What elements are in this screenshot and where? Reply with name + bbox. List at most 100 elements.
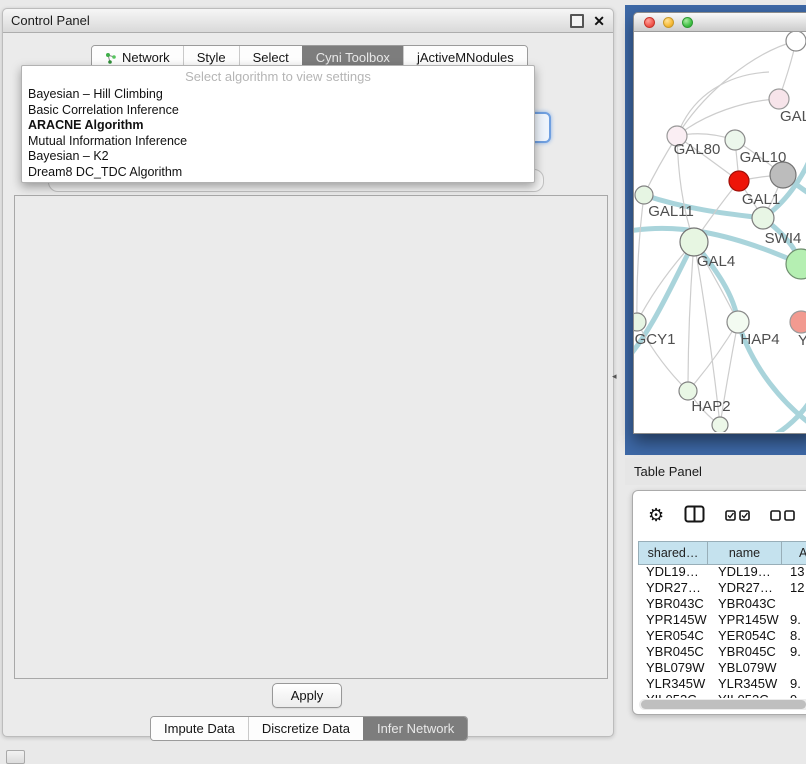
- apply-button-label: Apply: [291, 688, 324, 703]
- table-row[interactable]: YBR045CYBR045C9.: [638, 644, 806, 660]
- apply-button[interactable]: Apply: [272, 683, 342, 708]
- table-cell: YBL079W: [708, 660, 782, 676]
- column-header-shared-name-label: shared…: [648, 546, 699, 560]
- float-window-icon[interactable]: [570, 14, 584, 28]
- table-cell: YPR145W: [638, 612, 708, 628]
- table-cell: YBR043C: [638, 596, 708, 612]
- network-node-label: GAL11: [648, 203, 694, 220]
- table-row[interactable]: YDR27…YDR27…12: [638, 580, 806, 596]
- settings-gear-icon[interactable]: ⚙: [648, 506, 664, 524]
- table-header-row: shared… name A: [638, 541, 806, 565]
- algorithm-option[interactable]: Dream8 DC_TDC Algorithm: [22, 165, 534, 181]
- network-view-window: GALGAL80GAL10GAL1SWI4GAL11GAL4GCY1HAP4YH…: [633, 12, 806, 434]
- table-horizontal-scrollbar[interactable]: [639, 699, 806, 710]
- network-node-label: SWI4: [765, 230, 802, 247]
- tab-style-label: Style: [197, 50, 226, 65]
- network-node[interactable]: [770, 162, 796, 188]
- tab-infer-network[interactable]: Infer Network: [363, 717, 467, 740]
- algorithm-dropdown-popup: Select algorithm to view settings Bayesi…: [21, 65, 535, 183]
- table-cell: YDL19…: [638, 564, 708, 580]
- table-panel-window: ⚙ shared… name A: [632, 490, 806, 715]
- bottom-tabbar: Impute Data Discretize Data Infer Networ…: [150, 716, 468, 741]
- network-nodes[interactable]: GALGAL80GAL10GAL1SWI4GAL11GAL4GCY1HAP4YH…: [634, 32, 806, 432]
- network-node-label: GCY1: [635, 331, 676, 348]
- table-cell: YBR043C: [708, 596, 782, 612]
- algorithm-dropdown-list: Bayesian – Hill ClimbingBasic Correlatio…: [22, 87, 534, 180]
- column-header-partial-label: A: [799, 546, 806, 560]
- algorithm-option[interactable]: Bayesian – K2: [22, 149, 534, 165]
- network-node-hap4[interactable]: [727, 311, 749, 333]
- table-cell: YER054C: [638, 628, 708, 644]
- tab-cyni-toolbox-label: Cyni Toolbox: [316, 50, 390, 65]
- table-row[interactable]: YER054CYER054C8.: [638, 628, 806, 644]
- network-node[interactable]: [786, 249, 806, 279]
- table-row[interactable]: YIL052CYIL052C9.: [638, 692, 806, 698]
- control-panel-titlebar: Control Panel ✕: [3, 9, 613, 33]
- algorithm-option[interactable]: Bayesian – Hill Climbing: [22, 87, 534, 103]
- network-node-gal11[interactable]: [635, 186, 653, 204]
- table-cell: YDR27…: [708, 580, 782, 596]
- table-cell: YBR045C: [708, 644, 782, 660]
- table-row[interactable]: YDL19…YDL19…13: [638, 564, 806, 580]
- table-cell: [782, 660, 806, 676]
- network-node-label: GAL4: [697, 253, 735, 270]
- table-row[interactable]: YLR345WYLR345W9.: [638, 676, 806, 692]
- tab-network-label: Network: [122, 50, 170, 65]
- control-panel-title: Control Panel: [11, 13, 90, 28]
- minimize-icon[interactable]: [663, 17, 674, 28]
- panel-splitter-arrow-icon[interactable]: ◂: [612, 371, 617, 382]
- table-cell: 13: [782, 564, 806, 580]
- network-canvas[interactable]: GALGAL80GAL10GAL1SWI4GAL11GAL4GCY1HAP4YH…: [634, 32, 806, 432]
- tab-impute-data[interactable]: Impute Data: [151, 717, 248, 740]
- network-node[interactable]: [786, 32, 806, 51]
- close-icon[interactable]: ✕: [593, 16, 605, 26]
- zoom-icon[interactable]: [682, 17, 693, 28]
- network-node-gcy1[interactable]: [634, 313, 646, 331]
- table-cell: 9.: [782, 692, 806, 698]
- table-cell: YER054C: [708, 628, 782, 644]
- table-cell: YLR345W: [708, 676, 782, 692]
- network-node-y[interactable]: [790, 311, 806, 333]
- table-row[interactable]: YPR145WYPR145W9.: [638, 612, 806, 628]
- network-node-swi4[interactable]: [752, 207, 774, 229]
- algorithm-option[interactable]: ARACNE Algorithm: [22, 118, 534, 134]
- close-icon[interactable]: [644, 17, 655, 28]
- table-cell: YBL079W: [638, 660, 708, 676]
- column-header-shared-name[interactable]: shared…: [638, 542, 708, 564]
- network-node-gal4[interactable]: [680, 228, 708, 256]
- deselect-checkboxes-icon[interactable]: [770, 510, 795, 521]
- table-cell: 9.: [782, 612, 806, 628]
- table-panel-labelbar: Table Panel: [625, 458, 806, 485]
- tab-select-label: Select: [253, 50, 289, 65]
- table-horizontal-scrollbar-thumb[interactable]: [641, 700, 806, 709]
- table-panel-title: Table Panel: [634, 464, 702, 479]
- cyni-settings-viewport: [14, 195, 608, 679]
- network-node-gal[interactable]: [769, 89, 789, 109]
- column-header-name[interactable]: name: [708, 542, 782, 564]
- tab-discretize-data[interactable]: Discretize Data: [248, 717, 363, 740]
- tab-impute-data-label: Impute Data: [164, 721, 235, 736]
- network-icon: [105, 52, 117, 64]
- tab-discretize-data-label: Discretize Data: [262, 721, 350, 736]
- column-header-name-label: name: [729, 546, 760, 560]
- table-row[interactable]: YBR043CYBR043C: [638, 596, 806, 612]
- algorithm-option[interactable]: Basic Correlation Inference: [22, 103, 534, 119]
- table-cell: YLR345W: [638, 676, 708, 692]
- table-cell: 9.: [782, 676, 806, 692]
- table-cell: YDL19…: [708, 564, 782, 580]
- network-node-label: HAP2: [691, 398, 730, 415]
- table-cell: YPR145W: [708, 612, 782, 628]
- table-body[interactable]: YDL19…YDL19…13YDR27…YDR27…12YBR043CYBR04…: [638, 564, 806, 698]
- network-node-gal10[interactable]: [725, 130, 745, 150]
- table-cell: YIL052C: [708, 692, 782, 698]
- screenshot-root: { "colors": { "selection_blue": "#3875D7…: [0, 0, 806, 762]
- network-node-gal1[interactable]: [729, 171, 749, 191]
- algorithm-option[interactable]: Mutual Information Inference: [22, 134, 534, 150]
- network-node-label: Y: [798, 332, 806, 349]
- network-node[interactable]: [712, 417, 728, 432]
- split-columns-icon[interactable]: [684, 505, 705, 526]
- column-header-partial[interactable]: A: [782, 542, 806, 564]
- network-node-label: GAL1: [742, 191, 780, 208]
- select-all-checkboxes-icon[interactable]: [725, 510, 750, 521]
- table-row[interactable]: YBL079WYBL079W: [638, 660, 806, 676]
